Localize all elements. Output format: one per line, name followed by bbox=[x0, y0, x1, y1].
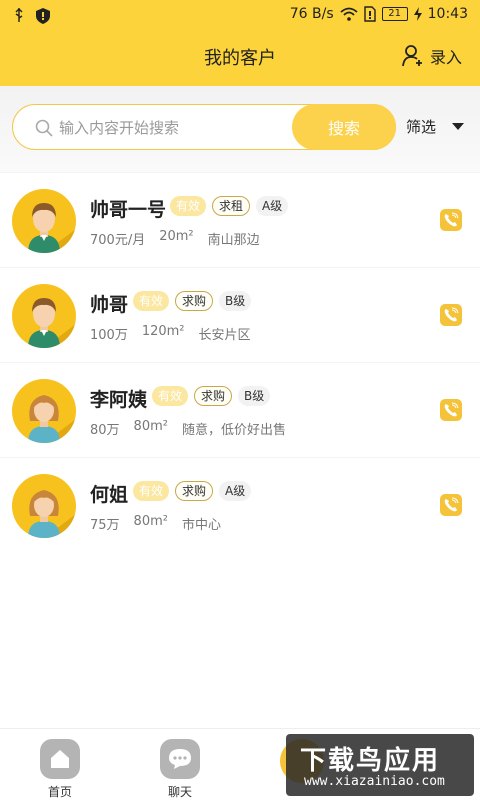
search-box: 搜索 bbox=[12, 104, 396, 150]
nav-chat-label: 聊天 bbox=[167, 785, 192, 799]
phone-icon bbox=[444, 402, 459, 417]
female-avatar-icon bbox=[28, 490, 76, 538]
customer-details: 75万 80m² 市中心 bbox=[90, 514, 221, 533]
nav-home-label: 首页 bbox=[47, 785, 72, 799]
female-avatar-icon bbox=[28, 395, 76, 443]
area: 80m² bbox=[133, 419, 168, 434]
avatar-female bbox=[12, 474, 76, 538]
level-badge: B级 bbox=[219, 291, 252, 311]
nav-chat[interactable]: 聊天 bbox=[150, 739, 210, 800]
type-badge: 求购 bbox=[175, 481, 214, 501]
customer-row[interactable]: 帅哥一号 有效 求租 A级 700元/月 20m² 南山那边 bbox=[0, 172, 480, 267]
watermark: 下载鸟应用 www.xiazainiao.com bbox=[286, 734, 474, 796]
customer-details: 100万 120m² 长安片区 bbox=[90, 324, 251, 343]
level-badge: A级 bbox=[256, 196, 289, 216]
customer-name: 帅哥一号 bbox=[90, 199, 167, 221]
customer-name: 李阿姨 bbox=[90, 389, 148, 411]
customer-details: 700元/月 20m² 南山那边 bbox=[90, 229, 260, 248]
location: 市中心 bbox=[181, 518, 221, 533]
wifi-icon bbox=[340, 7, 358, 21]
search-input[interactable] bbox=[59, 115, 289, 141]
price: 75万 bbox=[90, 518, 120, 533]
type-badge: 求购 bbox=[175, 291, 214, 311]
phone-icon bbox=[444, 307, 459, 322]
phone-icon bbox=[444, 212, 459, 227]
status-badge: 有效 bbox=[133, 481, 170, 501]
status-badge: 有效 bbox=[170, 196, 207, 216]
search-icon bbox=[35, 119, 53, 137]
home-icon bbox=[40, 739, 80, 779]
nav-home[interactable]: 首页 bbox=[30, 739, 90, 800]
level-badge: B级 bbox=[238, 386, 271, 406]
phone-call-button[interactable] bbox=[440, 209, 462, 231]
entry-button[interactable]: 录入 bbox=[402, 44, 462, 68]
add-user-icon bbox=[402, 45, 422, 67]
net-speed: 76 B/s bbox=[289, 6, 334, 22]
filter-label: 筛选 bbox=[406, 118, 437, 136]
customer-row[interactable]: 李阿姨 有效 求购 B级 80万 80m² 随意，低价好出售 bbox=[0, 362, 480, 457]
entry-label: 录入 bbox=[429, 48, 462, 67]
usb-icon bbox=[15, 8, 23, 22]
status-badge: 有效 bbox=[152, 386, 189, 406]
area: 120m² bbox=[141, 324, 185, 339]
price: 700元/月 bbox=[90, 233, 146, 248]
search-button[interactable]: 搜索 bbox=[292, 104, 396, 150]
shield-icon bbox=[36, 8, 50, 24]
phone-call-button[interactable] bbox=[440, 304, 462, 326]
header: 76 B/s 21 10:43 我的客户 录入 bbox=[0, 0, 480, 86]
level-badge: A级 bbox=[219, 481, 252, 501]
tag-group: 有效 求购 A级 bbox=[133, 481, 252, 501]
customer-name: 何姐 bbox=[90, 484, 129, 506]
type-badge: 求租 bbox=[212, 196, 251, 216]
sim-icon bbox=[363, 6, 376, 22]
search-area: 搜索 筛选 bbox=[0, 86, 480, 172]
area: 80m² bbox=[133, 514, 168, 529]
tag-group: 有效 求购 B级 bbox=[133, 291, 252, 311]
filter-dropdown[interactable]: 筛选 bbox=[406, 116, 465, 137]
location: 长安片区 bbox=[198, 328, 251, 343]
watermark-logo-text: 下载鸟应用 bbox=[300, 746, 441, 776]
tag-group: 有效 求租 A级 bbox=[170, 196, 289, 216]
price: 100万 bbox=[90, 328, 128, 343]
charging-icon bbox=[413, 7, 422, 21]
customer-name: 帅哥 bbox=[90, 294, 129, 316]
avatar-male bbox=[12, 189, 76, 253]
watermark-url: www.xiazainiao.com bbox=[304, 774, 445, 789]
location: 南山那边 bbox=[207, 233, 260, 248]
phone-call-button[interactable] bbox=[440, 494, 462, 516]
customer-details: 80万 80m² 随意，低价好出售 bbox=[90, 419, 286, 438]
tag-group: 有效 求购 B级 bbox=[152, 386, 271, 406]
clock: 10:43 bbox=[427, 6, 468, 22]
avatar-male bbox=[12, 284, 76, 348]
status-bar: 76 B/s 21 10:43 bbox=[0, 0, 480, 32]
phone-icon bbox=[444, 497, 459, 512]
status-badge: 有效 bbox=[133, 291, 170, 311]
phone-call-button[interactable] bbox=[440, 399, 462, 421]
customer-row[interactable]: 帅哥 有效 求购 B级 100万 120m² 长安片区 bbox=[0, 267, 480, 362]
battery-indicator: 21 bbox=[381, 7, 408, 21]
price: 80万 bbox=[90, 423, 120, 438]
customer-row[interactable]: 何姐 有效 求购 A级 75万 80m² 市中心 bbox=[0, 457, 480, 552]
caret-down-icon bbox=[452, 123, 465, 130]
customer-list: 帅哥一号 有效 求租 A级 700元/月 20m² 南山那边 帅哥 有效 求购 … bbox=[0, 172, 480, 552]
area: 20m² bbox=[159, 229, 194, 244]
location: 随意，低价好出售 bbox=[181, 423, 286, 438]
male-avatar-icon bbox=[28, 203, 76, 253]
male-avatar-icon bbox=[28, 298, 76, 348]
avatar-female bbox=[12, 379, 76, 443]
type-badge: 求购 bbox=[194, 386, 233, 406]
chat-icon bbox=[160, 739, 200, 779]
